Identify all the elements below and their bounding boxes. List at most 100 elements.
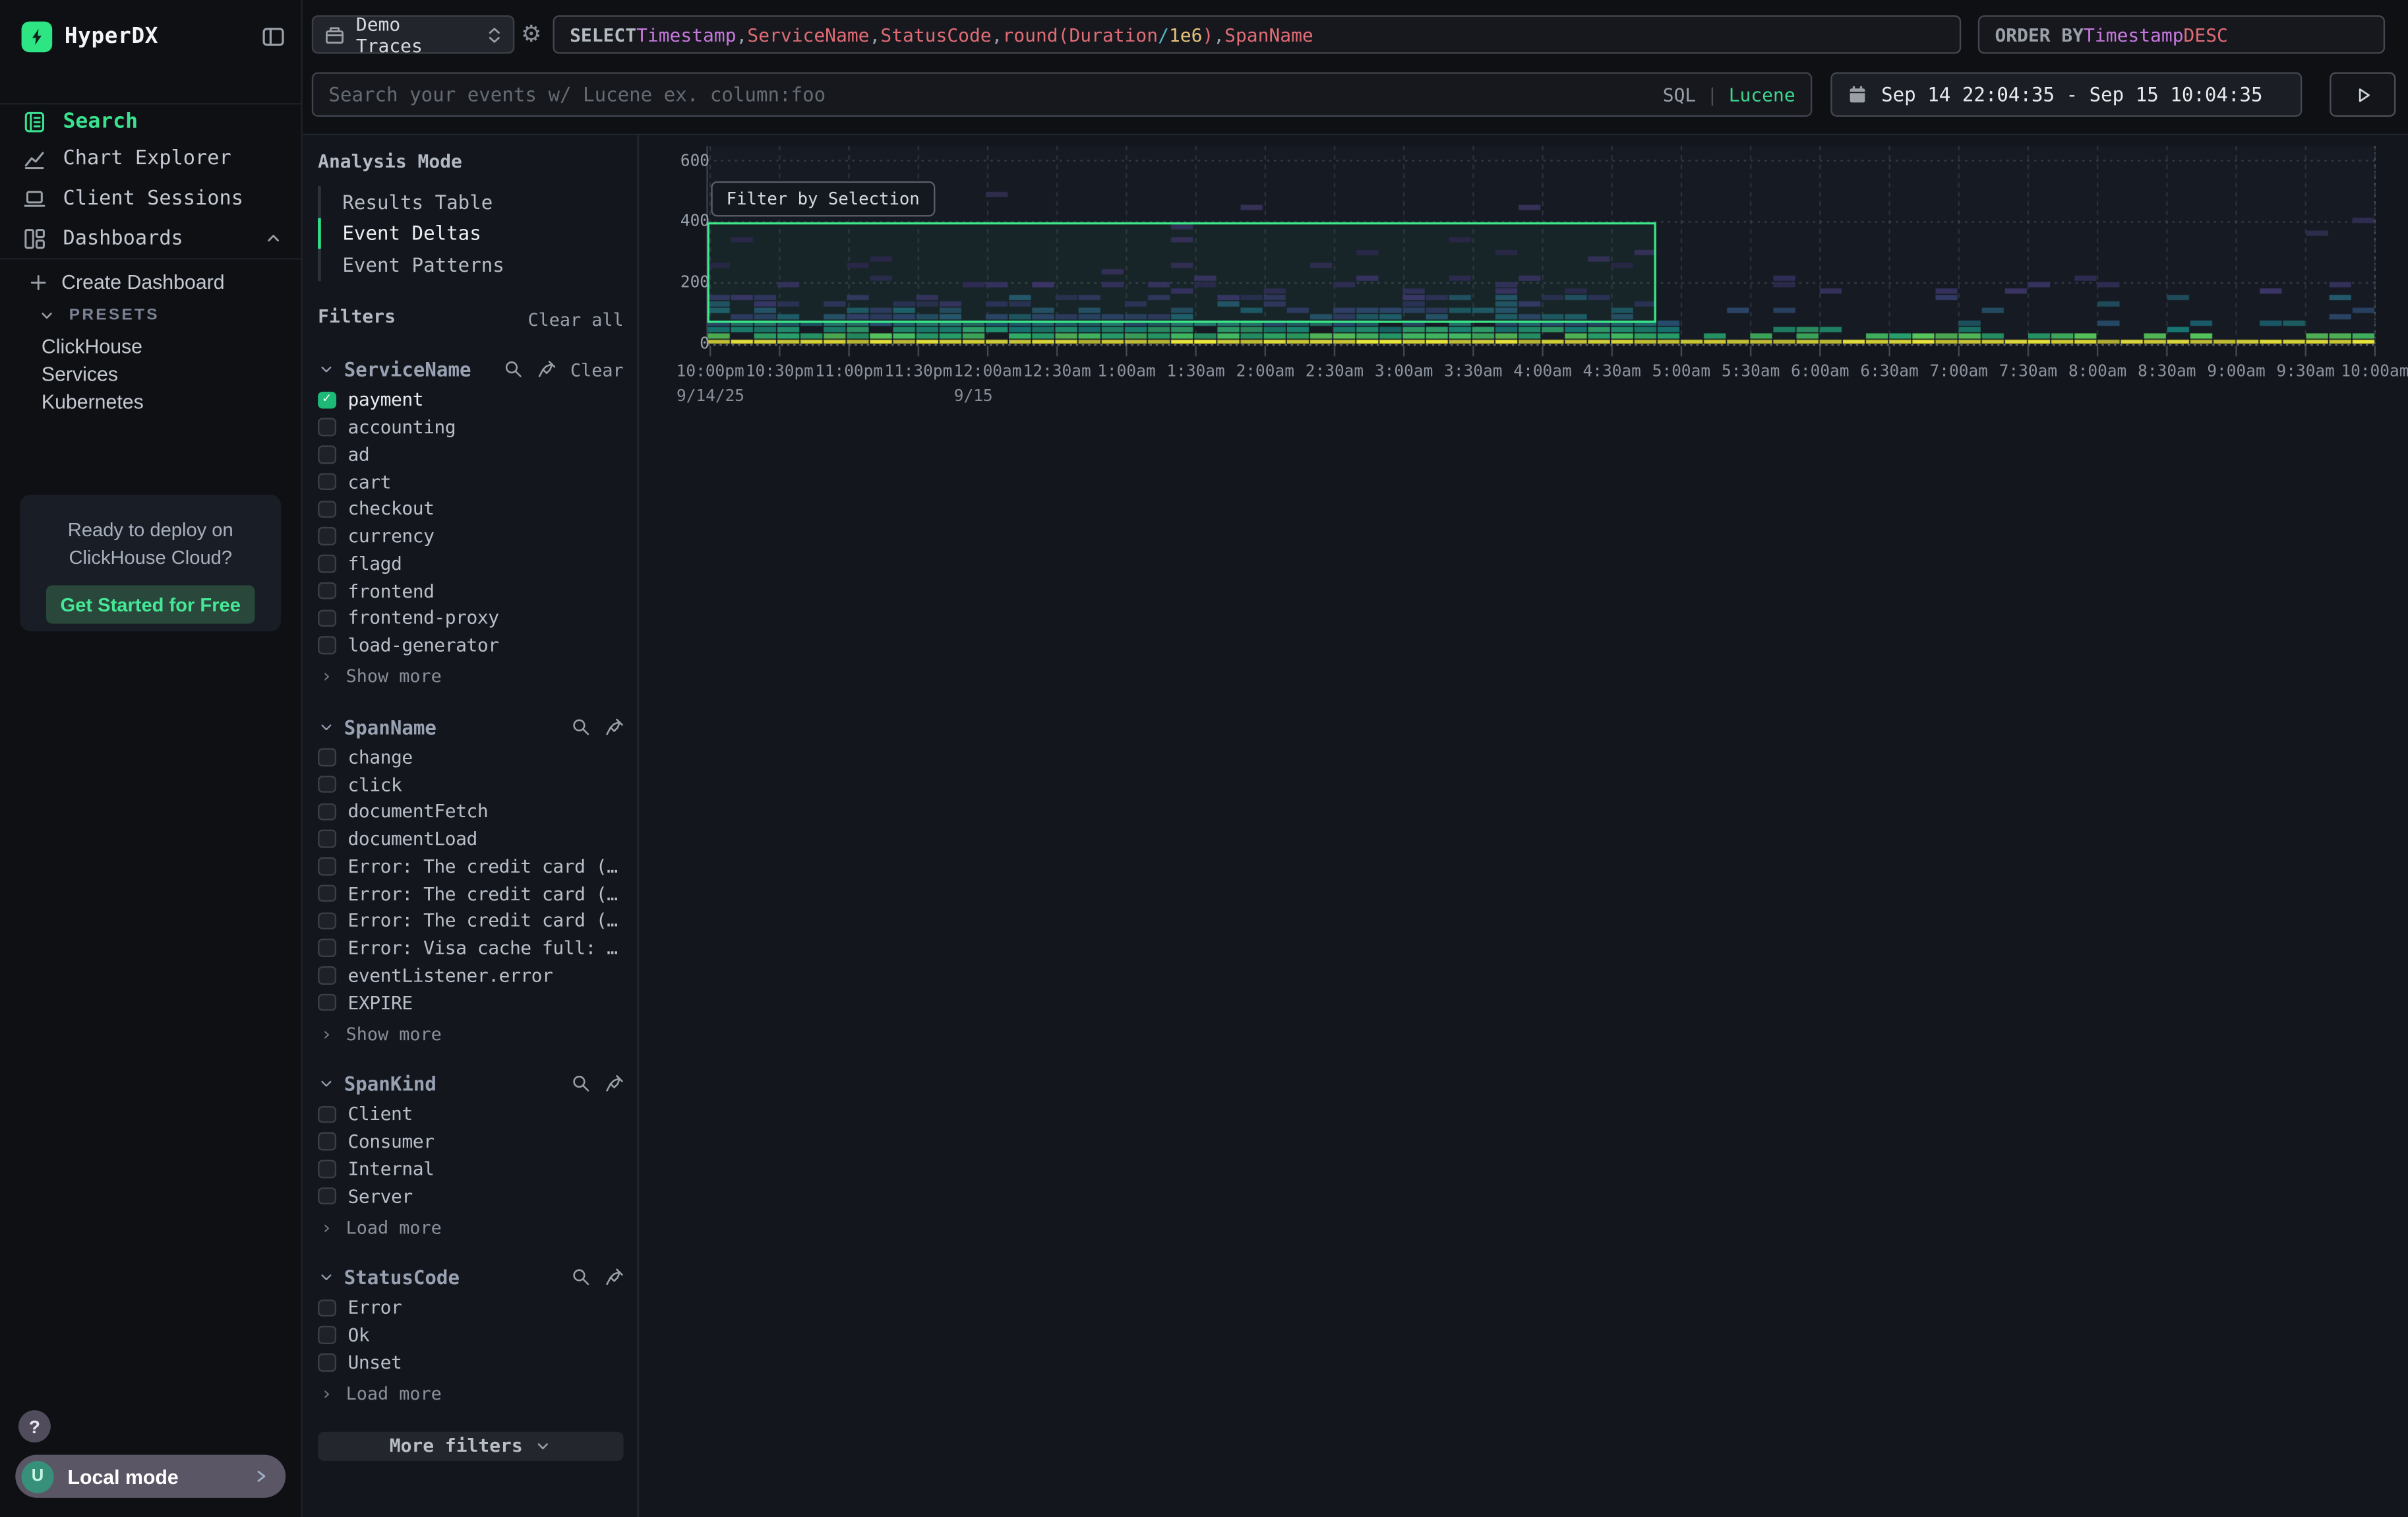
chevron-down-icon[interactable] <box>318 1075 335 1092</box>
checkbox[interactable] <box>318 912 336 930</box>
chevron-down-icon[interactable] <box>318 1269 335 1286</box>
checkbox[interactable] <box>318 1132 336 1150</box>
analysis-mode-option[interactable]: Event Patterns <box>318 249 623 280</box>
run-query-button[interactable] <box>2330 72 2395 117</box>
analysis-mode-option[interactable]: Results Table <box>318 186 623 218</box>
chevron-down-icon[interactable] <box>318 361 335 378</box>
filter-checkbox-row[interactable]: cart <box>318 468 623 495</box>
source-select[interactable]: Demo Traces <box>312 15 514 53</box>
checkbox[interactable] <box>318 857 336 875</box>
filter-checkbox-row[interactable]: documentLoad <box>318 825 623 852</box>
sidebar-item-client-sessions[interactable]: Client Sessions <box>0 179 301 219</box>
preset-kubernetes[interactable]: Kubernetes <box>42 388 286 416</box>
filter-checkbox-row[interactable]: currency <box>318 522 623 549</box>
filter-checkbox-row[interactable]: Error <box>318 1294 623 1321</box>
filter-checkbox-row[interactable]: Unset <box>318 1349 623 1376</box>
load-more-button[interactable]: ›Load more <box>318 1213 623 1241</box>
filter-checkbox-row[interactable]: ✓payment <box>318 387 623 414</box>
checkbox[interactable] <box>318 1353 336 1371</box>
filter-checkbox-row[interactable]: load-generator <box>318 632 623 659</box>
chevron-down-icon[interactable] <box>318 718 335 735</box>
filter-checkbox-row[interactable]: Client <box>318 1101 623 1128</box>
filter-checkbox-row[interactable]: Consumer <box>318 1128 623 1155</box>
filter-checkbox-row[interactable]: Error: The credit card (… <box>318 853 623 880</box>
duration-heatmap-canvas[interactable] <box>639 139 2390 369</box>
search-input[interactable]: Search your events w/ Lucene ex. column:… <box>312 72 1813 117</box>
checkbox[interactable] <box>318 776 336 793</box>
time-range-picker[interactable]: Sep 14 22:04:35 - Sep 15 10:04:35 <box>1830 72 2302 117</box>
filter-checkbox-row[interactable]: change <box>318 743 623 770</box>
presets-toggle[interactable]: PRESETS <box>38 305 286 324</box>
checkbox[interactable] <box>318 555 336 573</box>
filter-checkbox-row[interactable]: frontend <box>318 577 623 604</box>
sidebar-item-chart-explorer[interactable]: Chart Explorer <box>0 140 301 179</box>
sidebar-item-search[interactable]: Search <box>0 103 301 139</box>
checkbox[interactable] <box>318 1326 336 1344</box>
filter-by-selection-button[interactable]: Filter by Selection <box>711 181 935 217</box>
search-icon[interactable] <box>571 717 590 736</box>
checkbox[interactable] <box>318 609 336 627</box>
orderby-query-input[interactable]: ORDER BY Timestamp DESC <box>1978 15 2385 53</box>
analysis-mode-option[interactable]: Event Deltas <box>318 218 623 249</box>
search-icon[interactable] <box>571 1074 590 1094</box>
checkbox[interactable]: ✓ <box>318 391 336 409</box>
checkbox[interactable] <box>318 1187 336 1205</box>
pin-icon[interactable] <box>604 1074 623 1094</box>
checkbox[interactable] <box>318 994 336 1012</box>
checkbox[interactable] <box>318 966 336 984</box>
show-more-button[interactable]: ›Show more <box>318 662 623 690</box>
filter-checkbox-row[interactable]: Error: Visa cache full: … <box>318 935 623 962</box>
checkbox[interactable] <box>318 582 336 600</box>
filter-checkbox-row[interactable]: eventListener.error <box>318 962 623 989</box>
lucene-mode-button[interactable]: Lucene <box>1729 84 1795 106</box>
filter-checkbox-row[interactable]: flagd <box>318 550 623 577</box>
search-icon[interactable] <box>504 360 524 379</box>
filter-checkbox-row[interactable]: Internal <box>318 1155 623 1182</box>
filter-checkbox-row[interactable]: frontend-proxy <box>318 604 623 631</box>
gear-icon[interactable]: ⚙ <box>518 17 545 51</box>
filter-checkbox-row[interactable]: Error: The credit card (… <box>318 907 623 934</box>
checkbox[interactable] <box>318 830 336 848</box>
preset-services[interactable]: Services <box>42 360 286 388</box>
search-icon[interactable] <box>571 1268 590 1287</box>
pin-icon[interactable] <box>537 360 557 379</box>
load-more-button[interactable]: ›Load more <box>318 1379 623 1407</box>
filter-checkbox-row[interactable]: EXPIRE <box>318 989 623 1016</box>
pin-icon[interactable] <box>604 1268 623 1287</box>
filter-checkbox-row[interactable]: accounting <box>318 414 623 441</box>
filter-checkbox-row[interactable]: Ok <box>318 1322 623 1349</box>
checkbox[interactable] <box>318 803 336 820</box>
select-query-input[interactable]: SELECT Timestamp, ServiceName, StatusCod… <box>553 15 1961 53</box>
sidebar-item-dashboards[interactable]: Dashboards <box>0 219 301 259</box>
checkbox[interactable] <box>318 1160 336 1178</box>
get-started-button[interactable]: Get Started for Free <box>46 585 255 623</box>
checkbox[interactable] <box>318 884 336 902</box>
checkbox[interactable] <box>318 749 336 766</box>
pin-icon[interactable] <box>604 717 623 736</box>
checkbox[interactable] <box>318 1105 336 1123</box>
clear-all-button[interactable]: Clear all <box>527 308 623 330</box>
filter-checkbox-row[interactable]: documentFetch <box>318 798 623 825</box>
show-more-button[interactable]: ›Show more <box>318 1019 623 1047</box>
checkbox[interactable] <box>318 1299 336 1317</box>
filter-checkbox-row[interactable]: click <box>318 771 623 798</box>
preset-clickhouse[interactable]: ClickHouse <box>42 332 286 360</box>
clear-filter-button[interactable]: Clear <box>570 359 624 381</box>
checkbox[interactable] <box>318 446 336 464</box>
checkbox[interactable] <box>318 500 336 518</box>
filter-checkbox-row[interactable]: ad <box>318 441 623 468</box>
help-button[interactable]: ? <box>18 1410 51 1442</box>
sidebar-collapse-icon[interactable] <box>261 24 286 49</box>
more-filters-button[interactable]: More filters <box>318 1431 623 1460</box>
sql-mode-button[interactable]: SQL <box>1663 84 1697 106</box>
checkbox[interactable] <box>318 528 336 545</box>
filter-checkbox-row[interactable]: Error: The credit card (… <box>318 880 623 907</box>
create-dashboard-button[interactable]: Create Dashboard <box>29 270 286 294</box>
filter-checkbox-row[interactable]: checkout <box>318 495 623 522</box>
checkbox[interactable] <box>318 473 336 491</box>
user-menu[interactable]: U Local mode <box>15 1455 286 1498</box>
hyperdx-logo-icon[interactable] <box>22 22 53 53</box>
checkbox[interactable] <box>318 939 336 957</box>
filter-checkbox-row[interactable]: Server <box>318 1183 623 1210</box>
checkbox[interactable] <box>318 418 336 436</box>
